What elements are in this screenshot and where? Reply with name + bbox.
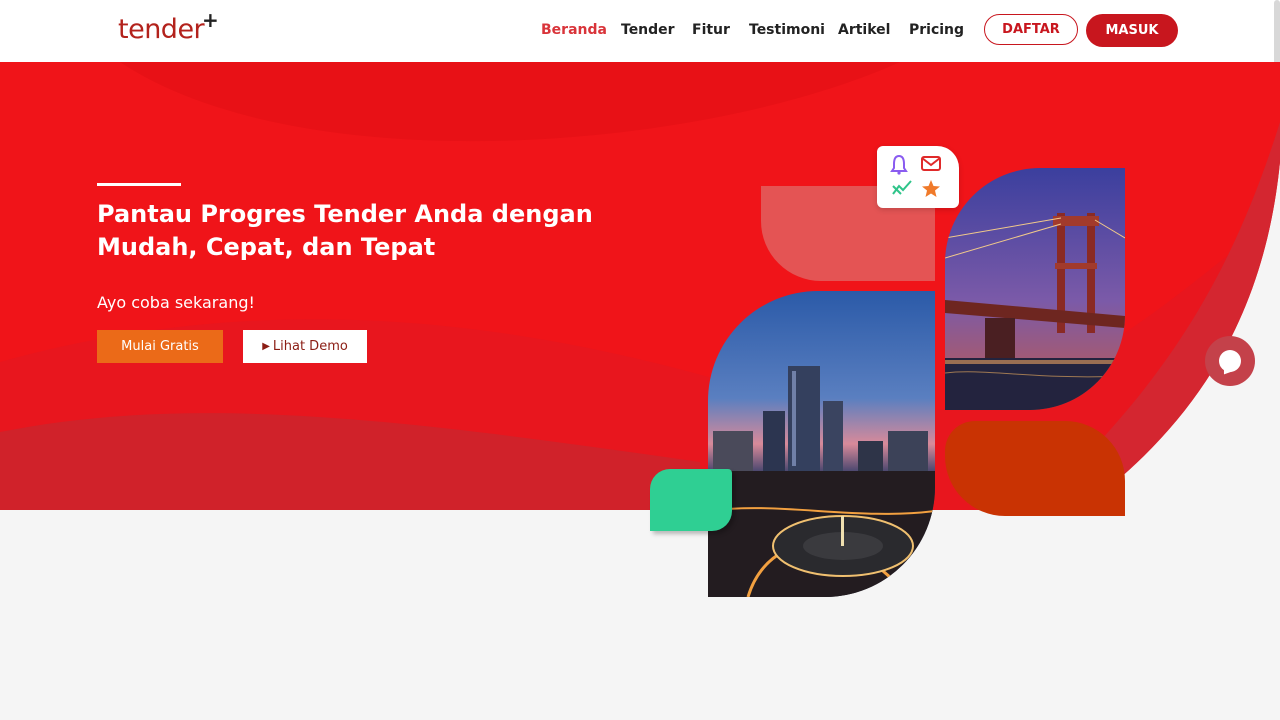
nav-link-beranda[interactable]: Beranda <box>541 22 607 38</box>
hero-background <box>0 62 1280 510</box>
nav-link-testimoni[interactable]: Testimoni <box>749 22 825 38</box>
nav-link-pricing[interactable]: Pricing <box>909 22 964 38</box>
hero-title-line-1: Pantau Progres Tender Anda dengan <box>97 200 593 228</box>
navbar: tender + Beranda Tender Fitur Testimoni … <box>0 0 1280 62</box>
nav-link-fitur[interactable]: Fitur <box>692 22 730 38</box>
play-icon: ▶ <box>262 341 270 352</box>
hero-section: Pantau Progres Tender Anda dengan Mudah,… <box>0 62 1280 510</box>
hero-accent-line <box>97 183 181 186</box>
hero-subtitle: Ayo coba sekarang! <box>97 293 255 312</box>
daftar-button[interactable]: DAFTAR <box>984 14 1078 45</box>
nav-link-artikel[interactable]: Artikel <box>838 22 890 38</box>
lihat-demo-button[interactable]: ▶ Lihat Demo <box>243 330 367 363</box>
chat-icon <box>1219 350 1241 372</box>
nav-link-tender[interactable]: Tender <box>621 22 675 38</box>
mulai-gratis-button[interactable]: Mulai Gratis <box>97 330 223 363</box>
brand-logo[interactable]: tender <box>118 14 205 45</box>
brand-logo-plus: + <box>202 8 219 32</box>
lihat-demo-label: Lihat Demo <box>272 339 348 354</box>
hero-title: Pantau Progres Tender Anda dengan Mudah,… <box>97 198 617 264</box>
chat-button[interactable] <box>1205 336 1255 386</box>
hero-title-line-2: Mudah, Cepat, dan Tepat <box>97 233 436 261</box>
masuk-button[interactable]: MASUK <box>1086 14 1178 47</box>
